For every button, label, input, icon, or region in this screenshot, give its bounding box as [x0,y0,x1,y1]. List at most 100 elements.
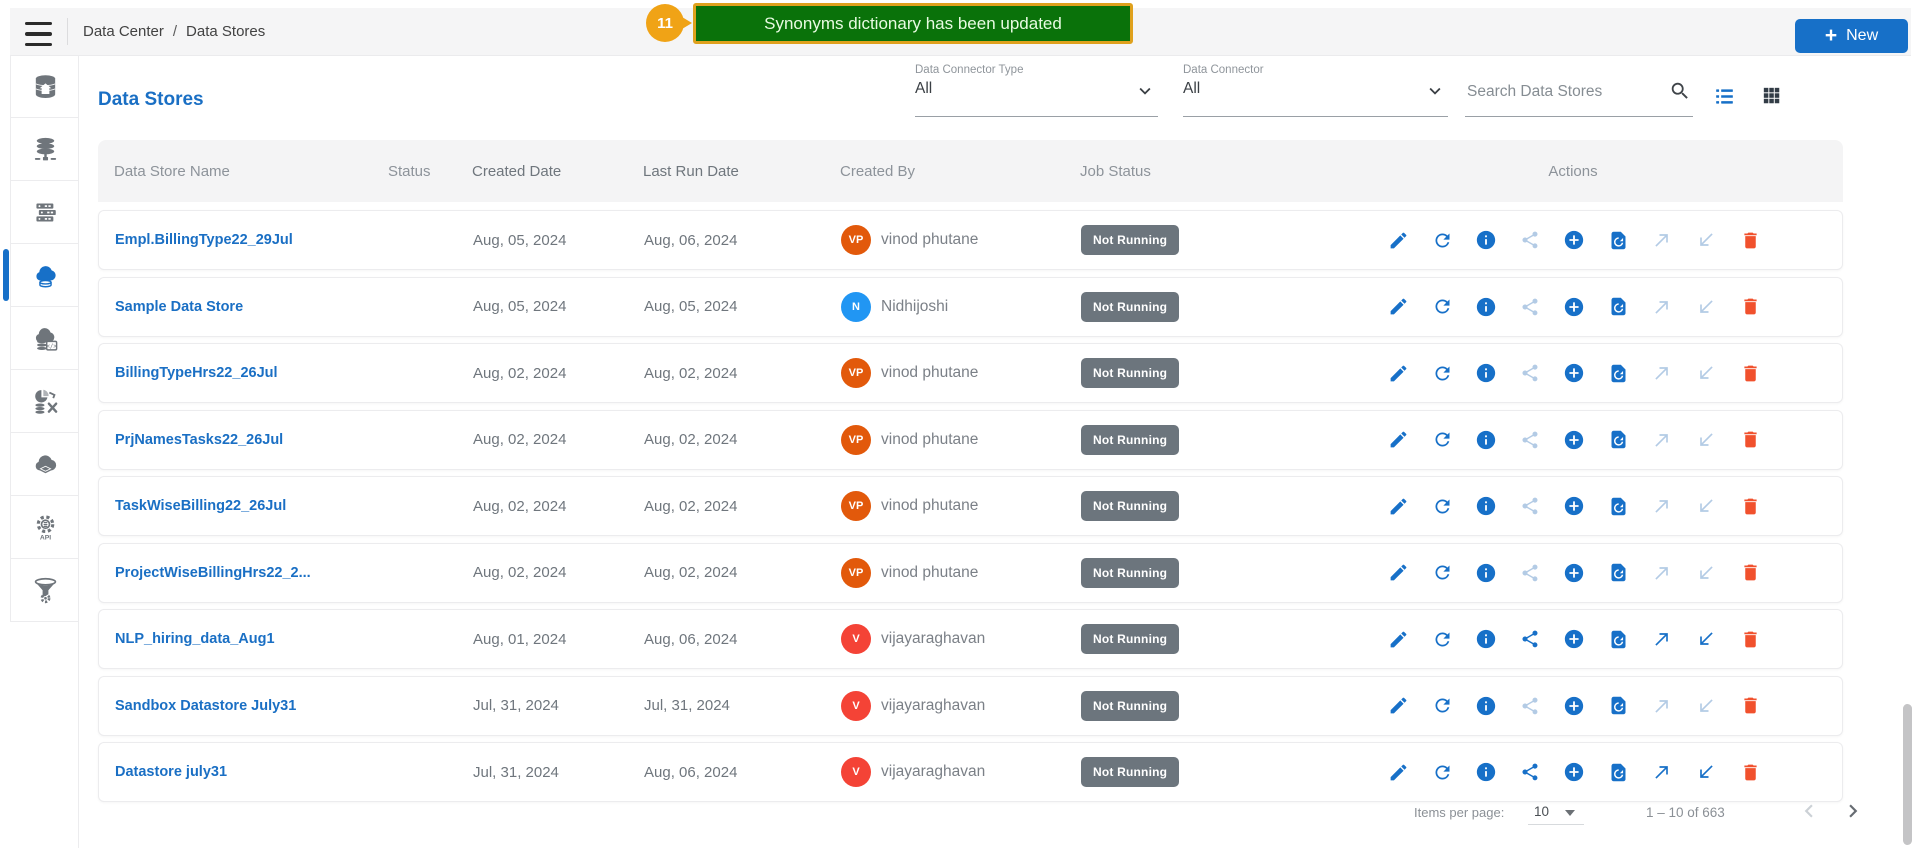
info-icon[interactable] [1475,761,1497,783]
sidebar-item-databases[interactable] [10,118,79,181]
add-circle-icon[interactable] [1563,495,1585,517]
arrow-up-right-icon[interactable] [1651,761,1673,783]
add-circle-icon[interactable] [1563,761,1585,783]
refresh-icon[interactable] [1431,429,1453,451]
edit-icon[interactable] [1387,362,1409,384]
refresh-icon[interactable] [1431,695,1453,717]
info-icon[interactable] [1475,229,1497,251]
info-icon[interactable] [1475,695,1497,717]
share-icon[interactable] [1519,761,1541,783]
datastore-name-link[interactable]: TaskWiseBilling22_26Jul [115,477,286,535]
edit-icon[interactable] [1387,296,1409,318]
datastore-name-link[interactable]: ProjectWiseBillingHrs22_2... [115,544,311,602]
restore-page-icon[interactable] [1607,495,1629,517]
created-by-cell: VP vinod phutane [841,544,978,602]
vertical-scrollbar[interactable] [1903,704,1912,845]
breadcrumb-data-stores[interactable]: Data Stores [186,23,265,40]
restore-page-icon[interactable] [1607,562,1629,584]
info-icon[interactable] [1475,562,1497,584]
sidebar-item-data-stores[interactable] [3,244,79,307]
arrow-up-right-icon[interactable] [1651,628,1673,650]
delete-icon[interactable] [1739,695,1761,717]
add-circle-icon[interactable] [1563,229,1585,251]
restore-page-icon[interactable] [1607,229,1629,251]
sidebar-item-data-store-code[interactable]: </> [10,307,79,370]
refresh-icon[interactable] [1431,362,1453,384]
delete-icon[interactable] [1739,628,1761,650]
datastore-name-link[interactable]: Sandbox Datastore July31 [115,677,296,735]
refresh-icon[interactable] [1431,296,1453,318]
share-icon[interactable] [1519,628,1541,650]
add-circle-icon[interactable] [1563,628,1585,650]
delete-icon[interactable] [1739,761,1761,783]
delete-icon[interactable] [1739,296,1761,318]
job-status-badge: Not Running [1081,291,1180,322]
share-icon [1519,229,1541,251]
edit-icon[interactable] [1387,761,1409,783]
avatar: VP [841,557,871,588]
restore-page-icon[interactable] [1607,761,1629,783]
sidebar-item-data-prep[interactable] [10,370,79,433]
sidebar-item-data-center-home[interactable] [10,55,79,118]
add-circle-icon[interactable] [1563,562,1585,584]
avatar: V [841,624,871,654]
restore-page-icon[interactable] [1607,628,1629,650]
add-circle-icon[interactable] [1563,296,1585,318]
data-connector-select[interactable]: Data Connector All [1183,64,1448,117]
next-page-icon[interactable] [1840,798,1866,824]
delete-icon[interactable] [1739,495,1761,517]
caret-down-icon[interactable] [1565,810,1575,816]
refresh-icon[interactable] [1431,229,1453,251]
info-icon[interactable] [1475,628,1497,650]
add-circle-icon[interactable] [1563,695,1585,717]
info-icon[interactable] [1475,296,1497,318]
refresh-icon[interactable] [1431,562,1453,584]
datastore-name-link[interactable]: Empl.BillingType22_29Jul [115,211,293,269]
info-icon[interactable] [1475,429,1497,451]
edit-icon[interactable] [1387,562,1409,584]
sidebar-item-data-filter[interactable] [10,559,79,622]
edit-icon[interactable] [1387,495,1409,517]
sidebar-item-clusters[interactable] [10,181,79,244]
add-circle-icon[interactable] [1563,362,1585,384]
delete-icon[interactable] [1739,229,1761,251]
datastore-name-link[interactable]: Sample Data Store [115,278,243,336]
datastore-name-link[interactable]: BillingTypeHrs22_26Jul [115,344,278,402]
restore-page-icon[interactable] [1607,362,1629,384]
restore-page-icon[interactable] [1607,695,1629,717]
grid-view-icon[interactable] [1760,84,1783,107]
items-per-page-select[interactable]: 10 [1534,804,1549,819]
job-status-cell: Not Running [1081,544,1180,602]
info-icon[interactable] [1475,362,1497,384]
arrow-down-left-icon[interactable] [1695,761,1717,783]
share-icon [1519,296,1541,318]
sidebar-item-api[interactable]: API [10,496,79,559]
sidebar-item-cloud-package[interactable] [10,433,79,496]
refresh-icon[interactable] [1431,628,1453,650]
list-view-icon[interactable] [1712,84,1737,109]
edit-icon[interactable] [1387,429,1409,451]
add-circle-icon[interactable] [1563,429,1585,451]
edit-icon[interactable] [1387,628,1409,650]
datastore-name-link[interactable]: PrjNamesTasks22_26Jul [115,411,283,469]
search-input[interactable] [1465,82,1654,102]
delete-icon[interactable] [1739,562,1761,584]
column-header-status: Status [388,162,431,180]
breadcrumb-data-center[interactable]: Data Center [83,23,164,40]
datastore-name-link[interactable]: Datastore july31 [115,743,227,801]
search-icon[interactable] [1669,80,1691,102]
arrow-down-left-icon[interactable] [1695,628,1717,650]
delete-icon[interactable] [1739,362,1761,384]
edit-icon[interactable] [1387,695,1409,717]
restore-page-icon[interactable] [1607,429,1629,451]
refresh-icon[interactable] [1431,761,1453,783]
restore-page-icon[interactable] [1607,296,1629,318]
delete-icon[interactable] [1739,429,1761,451]
menu-icon[interactable] [25,20,55,48]
data-connector-type-select[interactable]: Data Connector Type All [915,64,1158,117]
info-icon[interactable] [1475,495,1497,517]
edit-icon[interactable] [1387,229,1409,251]
new-button[interactable]: + New [1795,19,1908,53]
datastore-name-link[interactable]: NLP_hiring_data_Aug1 [115,610,275,668]
refresh-icon[interactable] [1431,495,1453,517]
